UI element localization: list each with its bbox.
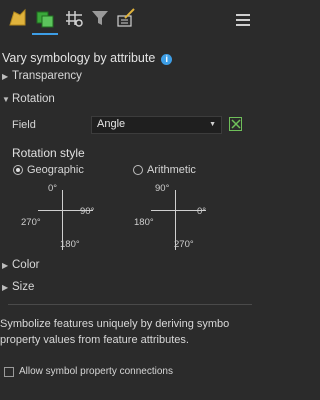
- section-color[interactable]: ▶ Color: [2, 259, 39, 271]
- allow-connections-checkbox[interactable]: Allow symbol property connections: [4, 366, 173, 377]
- checkbox-icon: [4, 366, 14, 377]
- description-text: Symbolize features uniquely by deriving …: [0, 318, 230, 346]
- advanced-options-icon[interactable]: [115, 6, 137, 30]
- field-dropdown-value: Angle: [97, 118, 126, 130]
- chevron-down-icon: ▼: [2, 94, 10, 104]
- field-dropdown[interactable]: Angle ▼: [91, 116, 222, 134]
- section-size[interactable]: ▶ Size: [2, 281, 34, 293]
- radio-unselected-icon: [133, 165, 143, 175]
- symbol-layers-icon[interactable]: [63, 6, 85, 30]
- panel-title: Vary symbology by attribute i: [2, 51, 173, 65]
- chevron-right-icon: ▶: [2, 282, 9, 292]
- vary-by-attribute-icon[interactable]: [32, 6, 58, 35]
- filter-icon[interactable]: [89, 6, 111, 30]
- chevron-down-icon: ▼: [209, 121, 216, 128]
- section-rotation[interactable]: ▼ Rotation: [2, 93, 55, 105]
- arithmetic-rotation-diagram: 90° 0° 270° 180°: [134, 183, 207, 250]
- expression-icon: [230, 119, 241, 129]
- radio-arithmetic[interactable]: Arithmetic: [133, 164, 196, 176]
- geographic-rotation-diagram: 0° 90° 180° 270°: [21, 183, 95, 250]
- radio-geographic[interactable]: Geographic: [13, 164, 84, 176]
- section-transparency[interactable]: ▶ Transparency: [2, 70, 82, 82]
- chevron-right-icon: ▶: [2, 260, 9, 270]
- divider: [8, 304, 252, 305]
- symbology-toolbar: [0, 0, 260, 38]
- chevron-right-icon: ▶: [2, 71, 9, 81]
- panel-menu-button[interactable]: [236, 14, 250, 26]
- primary-symbology-icon[interactable]: [7, 6, 29, 30]
- field-label: Field: [12, 119, 36, 131]
- info-icon[interactable]: i: [161, 53, 173, 65]
- radio-selected-icon: [13, 165, 23, 175]
- expression-button[interactable]: [229, 117, 242, 131]
- rotation-style-label: Rotation style: [12, 146, 85, 160]
